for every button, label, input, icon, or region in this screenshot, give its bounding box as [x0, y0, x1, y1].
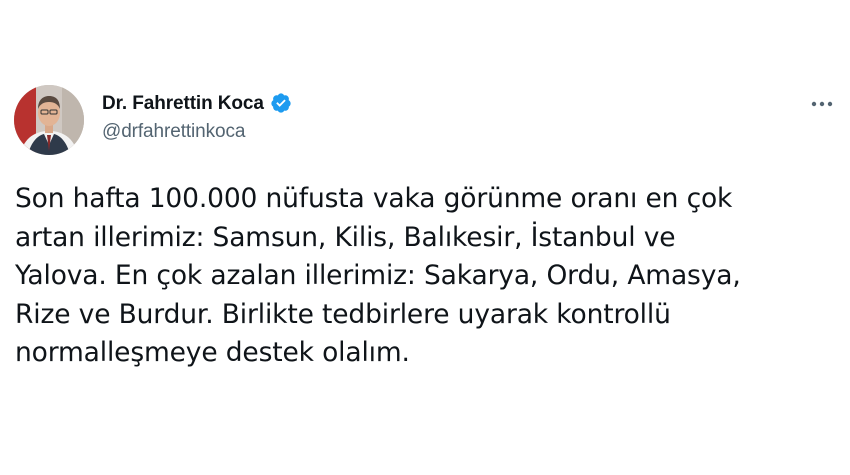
tweet-text: Son hafta 100.000 nüfusta vaka görünme o…: [15, 183, 741, 368]
avatar[interactable]: [14, 85, 84, 155]
author-block: Dr. Fahrettin Koca @drfahrettinkoca: [102, 92, 292, 141]
avatar-photo: [14, 85, 84, 155]
handle[interactable]: @drfahrettinkoca: [102, 122, 292, 141]
verified-badge-icon: [271, 93, 291, 113]
more-options-button[interactable]: [804, 92, 840, 116]
name-row: Dr. Fahrettin Koca: [102, 92, 292, 114]
display-name[interactable]: Dr. Fahrettin Koca: [102, 94, 264, 113]
more-horizontal-icon: [811, 101, 833, 107]
tweet-card: Dr. Fahrettin Koca @drfahrettinkoca Son …: [0, 0, 850, 475]
